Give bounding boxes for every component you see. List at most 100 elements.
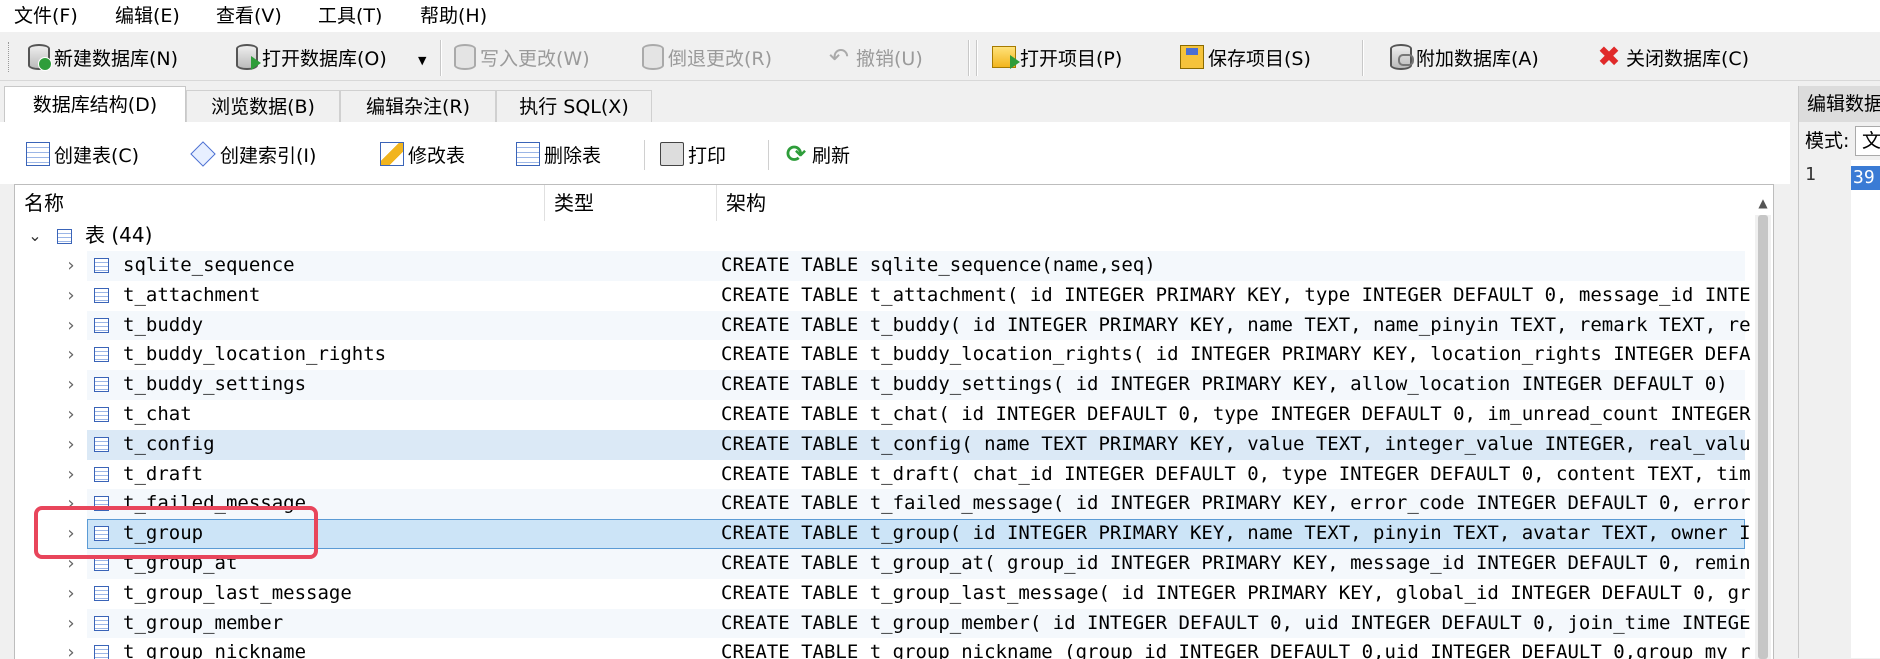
expand-chevron-icon[interactable]: › [61, 370, 81, 400]
table-icon [94, 258, 109, 273]
tab-edit-pragmas[interactable]: 编辑杂注(R) [340, 90, 496, 122]
table-row[interactable]: › t_group_member CREATE TABLE t_group_memb… [15, 608, 1751, 639]
modify-table-button[interactable]: 修改表 [380, 139, 465, 169]
vertical-scrollbar[interactable]: ▲ [1755, 196, 1771, 659]
table-name: t_config [123, 432, 215, 455]
cell-editor[interactable] [1851, 160, 1880, 658]
table-name: t_attachment [123, 283, 261, 306]
expand-chevron-icon[interactable]: › [61, 281, 81, 311]
create-index-button[interactable]: 创建索引(I) [190, 139, 316, 169]
menu-edit[interactable]: 编辑(E) [115, 0, 180, 32]
open-database-button[interactable]: 打开数据库(O) [234, 39, 387, 75]
close-database-icon: ✖ [1597, 40, 1621, 73]
table-row[interactable]: › t_attachment CREATE TABLE t_attachment( … [15, 281, 1750, 311]
table-icon [94, 377, 109, 393]
refresh-button[interactable]: ⟳ 刷新 [784, 139, 850, 169]
table-icon [94, 466, 109, 482]
tree-header: 名称 类型 架构 [15, 185, 1773, 221]
expand-chevron-icon[interactable]: › [61, 251, 81, 281]
modify-table-icon [380, 142, 404, 166]
expand-chevron-icon[interactable]: › [61, 400, 81, 430]
expand-chevron-icon[interactable]: › [61, 340, 81, 370]
table-icon [94, 645, 109, 659]
create-table-button[interactable]: 创建表(C) [26, 139, 139, 169]
revert-changes-label: 倒退更改(R) [668, 47, 773, 70]
main-tabs: 数据库结构(D) 浏览数据(B) 编辑杂注(R) 执行 SQL(X) [0, 86, 1790, 122]
expand-chevron-icon[interactable]: › [61, 579, 81, 609]
open-database-dropdown-icon[interactable]: ▼ [418, 54, 426, 67]
scroll-up-icon[interactable]: ▲ [1755, 193, 1771, 213]
open-project-button[interactable]: 打开项目(P) [992, 39, 1122, 75]
expand-chevron-icon[interactable]: › [61, 638, 81, 659]
expand-chevron-icon[interactable]: › [61, 430, 81, 460]
collapse-chevron-icon[interactable]: ⌄ [25, 221, 45, 251]
write-changes-button[interactable]: 写入更改(W) [452, 39, 590, 75]
attach-database-icon [1390, 44, 1414, 70]
table-icon [94, 317, 109, 333]
edit-cell-panel: 编辑数据 模式: 文 1 39 [1798, 86, 1880, 658]
edit-panel-title: 编辑数据 [1799, 86, 1880, 122]
scrollbar-thumb[interactable] [1758, 215, 1768, 659]
save-project-icon [1180, 45, 1204, 69]
table-row[interactable]: › t_group_last_message CREATE TABLE t_grou… [15, 579, 1750, 609]
open-project-label: 打开项目(P) [1020, 47, 1123, 70]
table-row[interactable]: › t_buddy_settings CREATE TABLE t_buddy_se… [15, 370, 1745, 400]
cell-value-selection[interactable]: 39 [1851, 166, 1880, 190]
schema-tree[interactable]: 名称 类型 架构 ⌄ 表 (44) › sqlite_sequence CREATE… [14, 184, 1774, 659]
print-button[interactable]: 打印 [660, 139, 726, 169]
table-row[interactable]: › t_chat CREATE TABLE t_chat( id INTEGER D… [15, 400, 1750, 430]
column-header-schema[interactable]: 架构 [717, 185, 1757, 221]
table-row[interactable]: › t_config CREATE TABLE t_config( name TEX… [15, 429, 1751, 460]
expand-chevron-icon[interactable]: › [61, 311, 81, 341]
toolbar-separator [1362, 40, 1364, 76]
create-table-icon [26, 142, 50, 166]
refresh-label: 刷新 [812, 144, 851, 167]
table-row[interactable]: › t_draft CREATE TABLE t_draft( chat_id IN… [15, 460, 1750, 490]
table-name: t_chat [123, 403, 192, 425]
table-icon [94, 436, 109, 452]
table-row[interactable]: › t_group_nickname CREATE TABLE t_group_ni… [15, 638, 1751, 659]
expand-chevron-icon[interactable]: › [61, 609, 81, 639]
delete-table-button[interactable]: 删除表 [516, 139, 601, 169]
table-schema: CREATE TABLE t_group_nickname (group_id … [721, 641, 1751, 659]
table-schema: CREATE TABLE t_group( id INTEGER PRIMARY… [721, 522, 1751, 545]
tab-browse-data[interactable]: 浏览数据(B) [186, 90, 340, 122]
menu-view[interactable]: 查看(V) [216, 0, 282, 32]
main-toolbar: 新建数据库(N) 打开数据库(O) ▼ 写入更改(W) 倒退更改(R) ↶ 撤销… [0, 34, 1880, 81]
tables-group-row[interactable]: ⌄ 表 (44) [15, 221, 1745, 251]
table-row[interactable]: › t_buddy CREATE TABLE t_buddy( id INTEGER… [15, 310, 1751, 341]
menu-help[interactable]: 帮助(H) [420, 0, 487, 32]
expand-chevron-icon[interactable]: › [61, 460, 81, 490]
attach-database-button[interactable]: 附加数据库(A) [1388, 39, 1539, 75]
column-header-name[interactable]: 名称 [15, 185, 545, 221]
table-name: t_group_member [123, 611, 284, 634]
table-icon [94, 347, 109, 363]
column-header-type[interactable]: 类型 [545, 185, 717, 221]
table-schema: CREATE TABLE t_config( name TEXT PRIMARY… [721, 432, 1751, 455]
mode-label: 模式: [1805, 130, 1850, 152]
menu-tools[interactable]: 工具(T) [318, 0, 382, 32]
menu-file[interactable]: 文件(F) [14, 0, 78, 32]
toolbar-grip[interactable] [8, 42, 12, 72]
mode-select[interactable]: 文 [1855, 126, 1880, 156]
new-database-button[interactable]: 新建数据库(N) [26, 39, 178, 75]
table-row[interactable]: › sqlite_sequence CREATE TABLE sqlite_sequ… [15, 251, 1745, 281]
table-name: t_buddy [123, 313, 204, 336]
table-row[interactable]: › t_buddy_location_rights CREATE TABLE t_b… [15, 340, 1750, 370]
table-schema: CREATE TABLE t_group_at( group_id INTEGE… [721, 552, 1751, 574]
tab-database-structure[interactable]: 数据库结构(D) [4, 86, 186, 122]
table-name: sqlite_sequence [123, 254, 295, 276]
undo-button[interactable]: ↶ 撤销(U) [826, 39, 923, 75]
save-project-button[interactable]: 保存项目(S) [1180, 39, 1311, 75]
table-icon [94, 585, 109, 601]
revert-changes-button[interactable]: 倒退更改(R) [640, 39, 772, 75]
table-schema: CREATE TABLE t_group_last_message( id IN… [721, 581, 1751, 604]
table-schema: CREATE TABLE t_chat( id INTEGER DEFAULT … [721, 403, 1751, 425]
create-index-icon [190, 141, 216, 167]
attach-database-label: 附加数据库(A) [1416, 47, 1539, 70]
close-database-label: 关闭数据库(C) [1626, 47, 1750, 70]
tab-execute-sql[interactable]: 执行 SQL(X) [496, 90, 652, 122]
close-database-button[interactable]: ✖ 关闭数据库(C) [1596, 39, 1749, 75]
write-changes-label: 写入更改(W) [480, 47, 590, 70]
open-project-icon [992, 46, 1020, 69]
